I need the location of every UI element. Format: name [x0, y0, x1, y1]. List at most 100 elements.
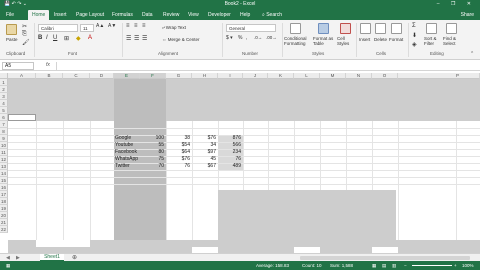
tab-page-layout[interactable]: Page Layout	[76, 10, 104, 20]
paste-button[interactable]: Paste	[6, 37, 18, 42]
cell-value[interactable]: 489	[218, 163, 241, 170]
row-header[interactable]: 9	[0, 135, 8, 142]
zoom-slider[interactable]	[412, 265, 452, 266]
cell-name[interactable]: Google	[115, 135, 139, 142]
row-header[interactable]: 14	[0, 170, 8, 177]
clear-icon[interactable]: ◈	[412, 41, 417, 48]
delete-cells-icon[interactable]	[375, 23, 386, 34]
horizontal-scrollbar[interactable]	[300, 256, 470, 260]
font-size-select[interactable]: 11	[80, 24, 94, 32]
tab-formulas[interactable]: Formulas	[112, 10, 133, 20]
row-header[interactable]: 13	[0, 163, 8, 170]
normal-view-icon[interactable]: ▦	[372, 262, 376, 269]
cut-icon[interactable]: ✂	[22, 23, 27, 30]
cell-styles-icon[interactable]	[340, 23, 351, 34]
paste-icon[interactable]	[6, 24, 17, 35]
row-header[interactable]: 21	[0, 219, 8, 226]
worksheet-grid[interactable]: A B C D E F G H I J K L M N O P 1 2 3 4 …	[0, 73, 480, 253]
row-header[interactable]: 4	[0, 100, 8, 107]
fill-icon[interactable]: ⬇	[412, 32, 417, 39]
cell-name[interactable]: Facebook	[115, 149, 139, 156]
row-header[interactable]: 19	[0, 205, 8, 212]
selected-range-top-rows[interactable]	[8, 79, 480, 121]
window-controls[interactable]: – ❐ ✕	[437, 1, 476, 7]
insert-cells-button[interactable]: Insert	[359, 37, 370, 42]
row-header[interactable]: 2	[0, 86, 8, 93]
align-right-icon[interactable]: ☰	[142, 35, 147, 42]
cell-value[interactable]: 876	[218, 135, 241, 142]
font-name-select[interactable]: Calibri	[38, 24, 78, 32]
unselected-cell[interactable]	[63, 240, 90, 247]
delete-cells-button[interactable]: Delete	[374, 37, 387, 42]
cell-value[interactable]: $76	[192, 135, 216, 142]
fx-icon[interactable]: fx	[46, 62, 50, 68]
underline-icon[interactable]: U	[53, 35, 57, 41]
format-cells-button[interactable]: Format	[389, 37, 403, 42]
row-header[interactable]: 22	[0, 226, 8, 233]
cell-value[interactable]: $97	[192, 149, 216, 156]
cell-value[interactable]: 80	[140, 149, 164, 156]
insert-cells-icon[interactable]	[360, 23, 371, 34]
cell-value[interactable]: 45	[192, 156, 216, 163]
page-layout-view-icon[interactable]: ▤	[382, 262, 386, 269]
cell-value[interactable]: 75	[140, 156, 164, 163]
sort-filter-icon[interactable]	[426, 23, 437, 34]
row-header[interactable]: 20	[0, 212, 8, 219]
row-header[interactable]: 6	[0, 114, 8, 121]
conditional-formatting-button[interactable]: Conditional Formatting	[284, 36, 312, 46]
tab-data[interactable]: Data	[142, 10, 153, 20]
autosum-icon[interactable]: Σ	[412, 23, 416, 29]
format-as-table-button[interactable]: Format as Table	[313, 36, 337, 46]
row-header[interactable]: 7	[0, 121, 8, 128]
format-painter-icon[interactable]: 🖌	[22, 39, 30, 46]
cell-value[interactable]: 76	[166, 163, 190, 170]
row-header[interactable]: 17	[0, 191, 8, 198]
cell-value[interactable]: $67	[192, 163, 216, 170]
bottom-align-icon[interactable]: ≡	[142, 23, 146, 29]
sort-filter-button[interactable]: Sort & Filter	[424, 36, 442, 46]
decrease-decimal-icon[interactable]: .00→	[266, 35, 277, 40]
fill-color-icon[interactable]: ◆	[76, 35, 81, 42]
increase-decimal-icon[interactable]: .0→	[254, 35, 262, 40]
row-header[interactable]: 8	[0, 128, 8, 135]
borders-icon[interactable]: ⊞	[64, 35, 69, 42]
cell-value[interactable]: 34	[192, 142, 216, 149]
selected-range-lower[interactable]	[218, 190, 396, 241]
percent-icon[interactable]: %	[238, 35, 242, 41]
conditional-formatting-icon[interactable]	[290, 23, 301, 34]
bold-icon[interactable]: B	[38, 35, 42, 41]
align-center-icon[interactable]: ☰	[134, 35, 139, 42]
cell-value[interactable]: 38	[166, 135, 190, 142]
row-header[interactable]: 3	[0, 93, 8, 100]
find-select-button[interactable]: Find & Select	[443, 36, 461, 46]
cell-value[interactable]: $64	[166, 149, 190, 156]
page-break-view-icon[interactable]: ▥	[392, 262, 396, 269]
tab-insert[interactable]: Insert	[54, 10, 67, 20]
align-left-icon[interactable]: ☰	[126, 35, 131, 42]
grow-font-icon[interactable]: A▲	[96, 23, 104, 29]
cell-styles-button[interactable]: Cell Styles	[337, 36, 355, 46]
name-box[interactable]: A5	[2, 62, 34, 70]
share-button[interactable]: Share	[461, 10, 474, 20]
number-format-select[interactable]: General	[226, 24, 276, 32]
row-header[interactable]: 1	[0, 79, 8, 86]
comma-icon[interactable]: ,	[246, 35, 247, 41]
cell-name[interactable]: Twitter	[115, 163, 139, 170]
currency-icon[interactable]: $ ▾	[226, 35, 233, 41]
middle-align-icon[interactable]: ≡	[134, 23, 138, 29]
tab-developer[interactable]: Developer	[208, 10, 231, 20]
merge-center-button[interactable]: ⇔ Merge & Center	[162, 37, 200, 42]
tab-review[interactable]: Review	[163, 10, 179, 20]
row-header[interactable]: 15	[0, 177, 8, 184]
row-header[interactable]: 5	[0, 107, 8, 114]
row-header[interactable]: 11	[0, 149, 8, 156]
cell-value[interactable]: $54	[166, 142, 190, 149]
shrink-font-icon[interactable]: A▼	[108, 23, 116, 29]
row-header[interactable]: 12	[0, 156, 8, 163]
copy-icon[interactable]: ⎘	[22, 31, 27, 38]
zoom-level[interactable]: 100%	[462, 262, 474, 269]
tab-view[interactable]: View	[188, 10, 199, 20]
italic-icon[interactable]: I	[46, 35, 48, 41]
cell-name[interactable]: WhatsApp	[115, 156, 139, 163]
unselected-cell[interactable]	[36, 240, 63, 247]
